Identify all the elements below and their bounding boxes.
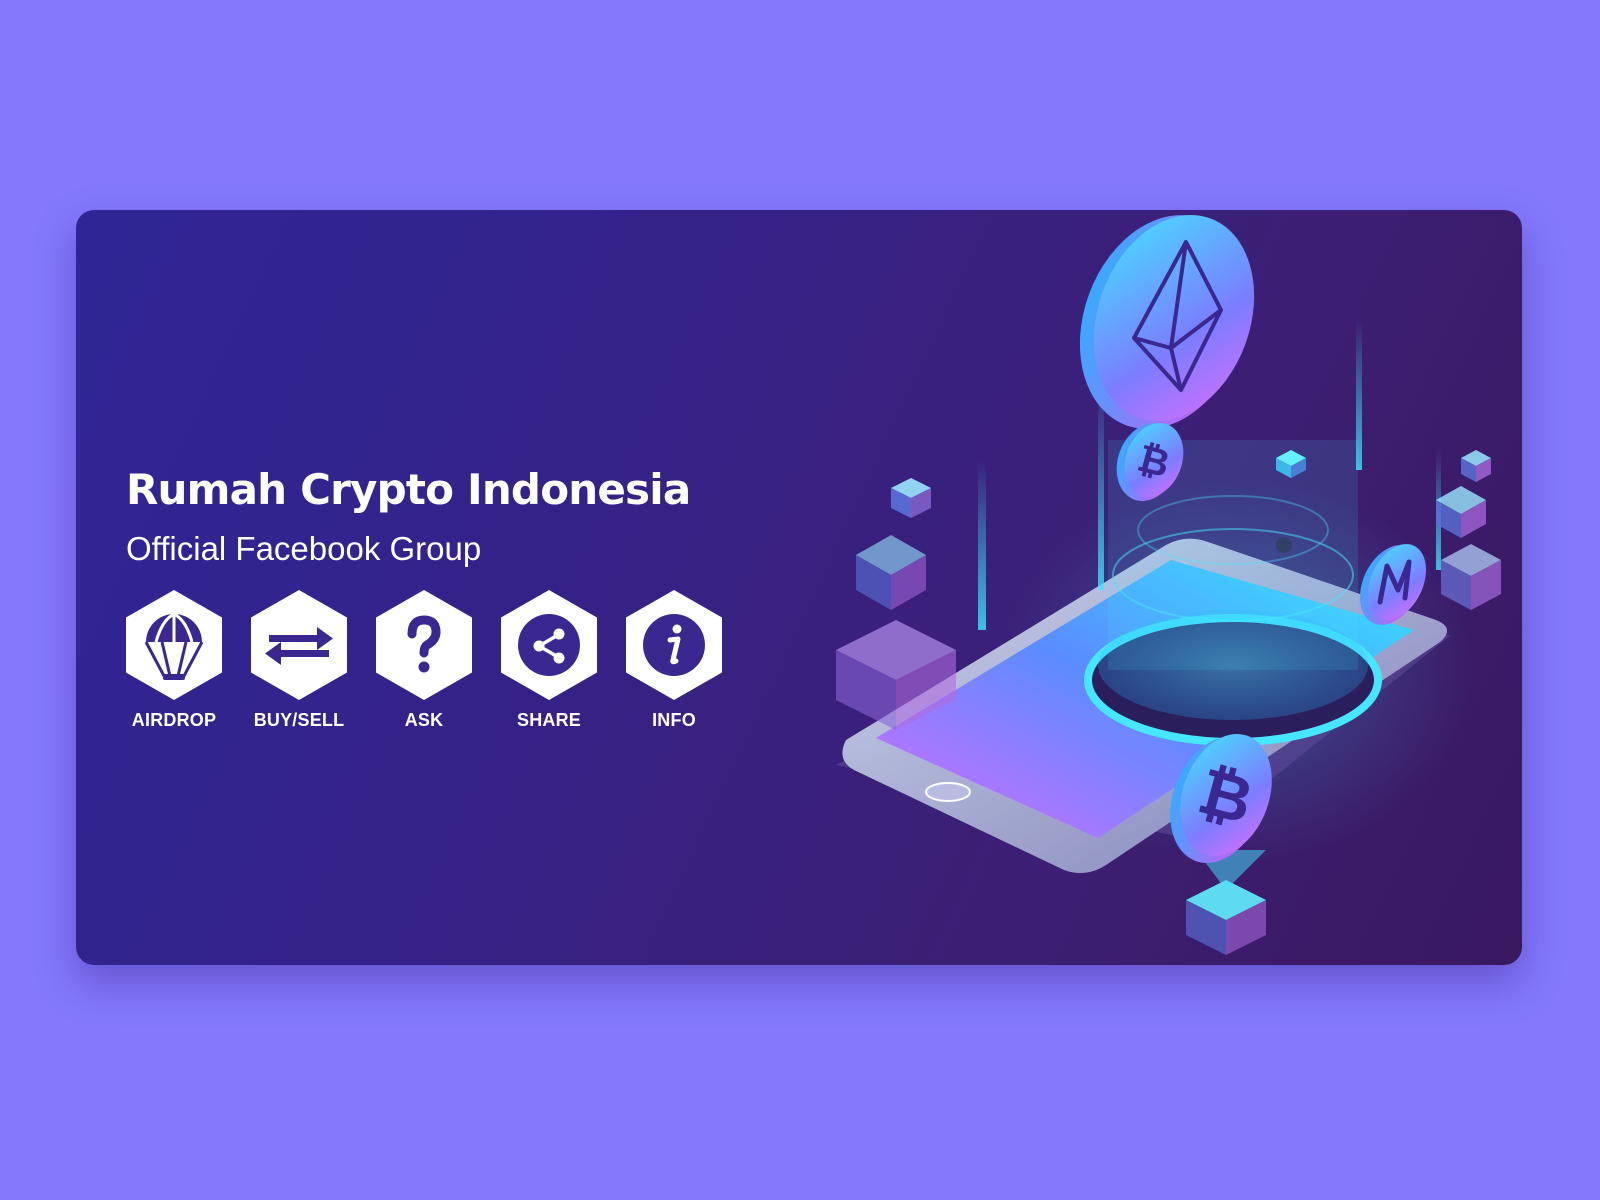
cube-icon [1436, 486, 1486, 538]
info-label: INFO [652, 710, 696, 730]
airdrop-label: AIRDROP [131, 710, 217, 730]
cube-icon [1186, 880, 1266, 955]
action-buttons: AIRDROP BUY/SELL ASK SHARE INFO [126, 590, 722, 731]
info-icon [626, 590, 722, 700]
cube-icon [856, 535, 926, 610]
share-icon [501, 590, 597, 700]
page-subtitle: Official Facebook Group [126, 530, 482, 567]
banner: Rumah Crypto Indonesia Official Facebook… [76, 210, 1522, 965]
question-mark-icon [376, 590, 472, 700]
page-title: Rumah Crypto Indonesia [126, 465, 691, 514]
buy-sell-button[interactable]: BUY/SELL [251, 590, 347, 731]
share-label: SHARE [516, 710, 581, 730]
info-button[interactable]: INFO [626, 590, 722, 731]
cube-icon [1461, 450, 1491, 482]
ask-button[interactable]: ASK [376, 590, 472, 731]
cube-icon [1441, 544, 1501, 610]
exchange-arrows-icon [251, 590, 347, 700]
cube-icon [891, 478, 931, 518]
airdrop-button[interactable]: AIRDROP [126, 590, 222, 731]
ethereum-coin-icon [1079, 215, 1255, 429]
ask-label: ASK [404, 710, 444, 730]
parachute-icon [126, 590, 222, 700]
buy-sell-label: BUY/SELL [253, 710, 345, 730]
crypto-illustration: ₿ ₿ [836, 215, 1501, 955]
share-button[interactable]: SHARE [501, 590, 597, 731]
